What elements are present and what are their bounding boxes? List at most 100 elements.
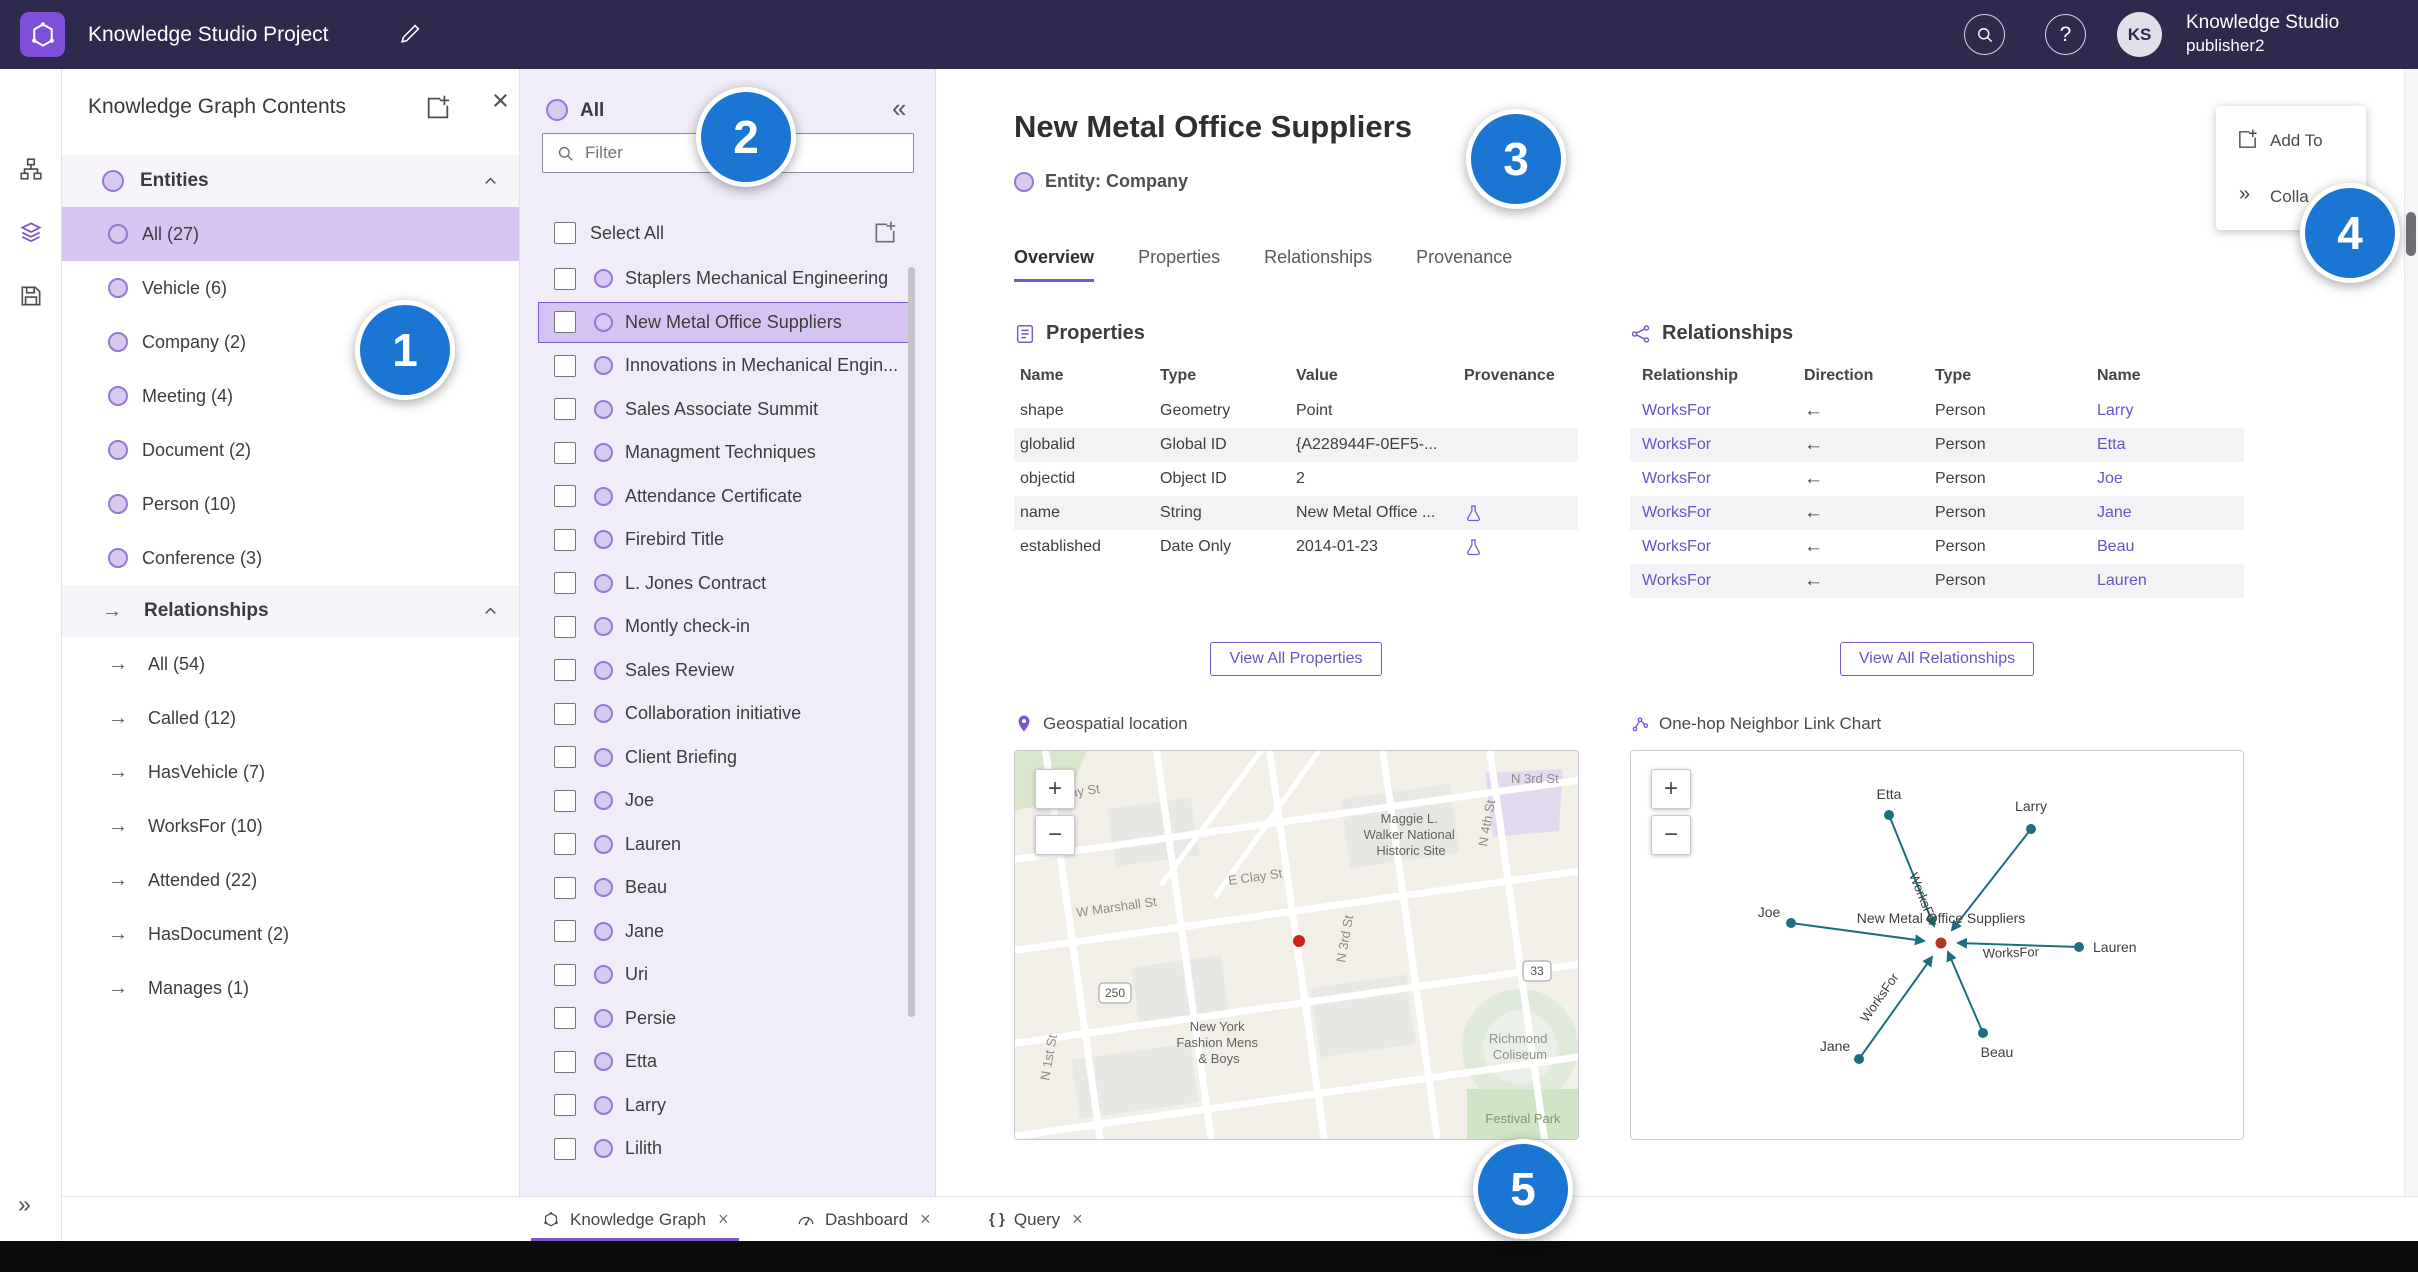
- item-checkbox[interactable]: [554, 920, 576, 943]
- main-scrollbar-thumb[interactable]: [2406, 212, 2416, 256]
- entity-instance-item[interactable]: New Metal Office Suppliers: [520, 301, 935, 345]
- entity-type-item[interactable]: Vehicle (6): [62, 261, 519, 315]
- relationship-row[interactable]: WorksFor ← Person Joe: [1630, 462, 2244, 496]
- tab-provenance[interactable]: Provenance: [1416, 247, 1512, 282]
- entity-instance-item[interactable]: Uri: [520, 953, 935, 997]
- item-checkbox[interactable]: [554, 1094, 576, 1117]
- zoom-in-button[interactable]: +: [1035, 769, 1075, 809]
- tab-overview[interactable]: Overview: [1014, 247, 1095, 282]
- item-checkbox[interactable]: [554, 789, 576, 812]
- relationship-name-link[interactable]: Joe: [2085, 462, 2244, 496]
- relationship-row[interactable]: WorksFor ← Person Lauren: [1630, 564, 2244, 598]
- item-checkbox[interactable]: [554, 746, 576, 769]
- entity-instance-item[interactable]: Client Briefing: [520, 736, 935, 780]
- relationship-type-item[interactable]: → Attended (22): [62, 853, 519, 907]
- relationship-link[interactable]: WorksFor: [1630, 462, 1792, 496]
- map-marker[interactable]: [1293, 935, 1305, 947]
- entity-instance-item[interactable]: Collaboration initiative: [520, 692, 935, 736]
- item-checkbox[interactable]: [554, 659, 576, 682]
- relationship-link[interactable]: WorksFor: [1630, 564, 1792, 598]
- relationship-name-link[interactable]: Etta: [2085, 428, 2244, 462]
- entity-instance-item[interactable]: Sales Review: [520, 649, 935, 693]
- item-checkbox[interactable]: [554, 528, 576, 551]
- relationship-name-link[interactable]: Jane: [2085, 496, 2244, 530]
- item-checkbox[interactable]: [554, 572, 576, 595]
- entity-instance-item[interactable]: Attendance Certificate: [520, 475, 935, 519]
- relationship-name-link[interactable]: Larry: [2085, 394, 2244, 428]
- relationship-name-link[interactable]: Beau: [2085, 530, 2244, 564]
- link-chart[interactable]: + − Etta Larry Joe Jane Beau Lauren New …: [1630, 750, 2244, 1140]
- entity-instance-item[interactable]: Innovations in Mechanical Engin...: [520, 344, 935, 388]
- relationship-type-item[interactable]: → Manages (1): [62, 961, 519, 1015]
- app-logo[interactable]: [20, 12, 65, 57]
- node-dot[interactable]: [1978, 1028, 1988, 1038]
- hierarchy-panel-button[interactable]: [11, 149, 51, 189]
- entity-instance-item[interactable]: Joe: [520, 779, 935, 823]
- relationship-link[interactable]: WorksFor: [1630, 496, 1792, 530]
- view-all-relationships-button[interactable]: View All Relationships: [1839, 642, 2035, 676]
- relationship-link[interactable]: WorksFor: [1630, 530, 1792, 564]
- relationships-section-header[interactable]: → Relationships: [62, 585, 519, 637]
- tab-relationships[interactable]: Relationships: [1264, 247, 1372, 282]
- entity-type-item[interactable]: All (27): [62, 207, 519, 261]
- add-to-panel-icon[interactable]: [424, 94, 452, 122]
- add-to-row[interactable]: Add To: [2216, 118, 2366, 162]
- chevron-up-icon[interactable]: [481, 172, 500, 191]
- item-checkbox[interactable]: [554, 833, 576, 856]
- relationship-type-item[interactable]: → HasDocument (2): [62, 907, 519, 961]
- node-dot[interactable]: [1884, 810, 1894, 820]
- item-checkbox[interactable]: [554, 441, 576, 464]
- entity-instance-item[interactable]: Montly check-in: [520, 605, 935, 649]
- entity-instance-item[interactable]: Larry: [520, 1084, 935, 1128]
- entity-instance-item[interactable]: Beau: [520, 866, 935, 910]
- close-tab-icon[interactable]: ×: [1072, 1209, 1083, 1230]
- item-checkbox[interactable]: [554, 702, 576, 725]
- node-dot[interactable]: [1854, 1054, 1864, 1064]
- provenance-flask-icon[interactable]: [1458, 530, 1578, 564]
- collapse-panel-icon[interactable]: «: [892, 93, 906, 124]
- add-selection-icon[interactable]: [872, 220, 898, 246]
- item-checkbox[interactable]: [554, 398, 576, 421]
- item-checkbox[interactable]: [554, 1007, 576, 1030]
- item-checkbox[interactable]: [554, 1050, 576, 1073]
- entity-instance-item[interactable]: Etta: [520, 1040, 935, 1084]
- zoom-out-button[interactable]: −: [1035, 815, 1075, 855]
- entity-instance-item[interactable]: L. Jones Contract: [520, 562, 935, 606]
- node-dot[interactable]: [2074, 942, 2084, 952]
- help-button[interactable]: ?: [2045, 14, 2086, 55]
- expand-rail-icon[interactable]: »: [18, 1191, 31, 1218]
- map[interactable]: + − St E Clay St W Marshall St N 1st St …: [1014, 750, 1579, 1140]
- center-node-dot[interactable]: [1935, 937, 1947, 949]
- relationship-row[interactable]: WorksFor ← Person Jane: [1630, 496, 2244, 530]
- node-dot[interactable]: [1786, 918, 1796, 928]
- item-checkbox[interactable]: [554, 963, 576, 986]
- relationship-row[interactable]: WorksFor ← Person Etta: [1630, 428, 2244, 462]
- layers-panel-button[interactable]: [11, 212, 51, 252]
- relationship-type-item[interactable]: → All (54): [62, 637, 519, 691]
- item-checkbox[interactable]: [554, 485, 576, 508]
- bottom-tab-query[interactable]: { } Query ×: [979, 1197, 1093, 1242]
- entity-type-item[interactable]: Person (10): [62, 477, 519, 531]
- relationship-link[interactable]: WorksFor: [1630, 394, 1792, 428]
- bottom-tab-knowledge-graph[interactable]: Knowledge Graph ×: [531, 1197, 739, 1242]
- search-button[interactable]: [1964, 14, 2005, 55]
- chevron-up-icon[interactable]: [481, 602, 500, 621]
- item-checkbox[interactable]: [554, 311, 576, 334]
- entities-section-header[interactable]: Entities: [62, 155, 519, 207]
- entity-type-item[interactable]: Document (2): [62, 423, 519, 477]
- zoom-out-button[interactable]: −: [1651, 815, 1691, 855]
- close-panel-icon[interactable]: ×: [492, 85, 509, 118]
- entity-type-item[interactable]: Conference (3): [62, 531, 519, 585]
- entity-type-item[interactable]: Meeting (4): [62, 369, 519, 423]
- entity-instance-item[interactable]: Lauren: [520, 823, 935, 867]
- provenance-flask-icon[interactable]: [1458, 496, 1578, 530]
- avatar[interactable]: KS: [2117, 12, 2162, 57]
- relationship-row[interactable]: WorksFor ← Person Larry: [1630, 394, 2244, 428]
- save-panel-button[interactable]: [11, 276, 51, 316]
- item-checkbox[interactable]: [554, 876, 576, 899]
- entity-instance-item[interactable]: Lilith: [520, 1127, 935, 1171]
- close-tab-icon[interactable]: ×: [920, 1209, 931, 1230]
- relationship-type-item[interactable]: → WorksFor (10): [62, 799, 519, 853]
- relationship-link[interactable]: WorksFor: [1630, 428, 1792, 462]
- node-dot[interactable]: [2026, 824, 2036, 834]
